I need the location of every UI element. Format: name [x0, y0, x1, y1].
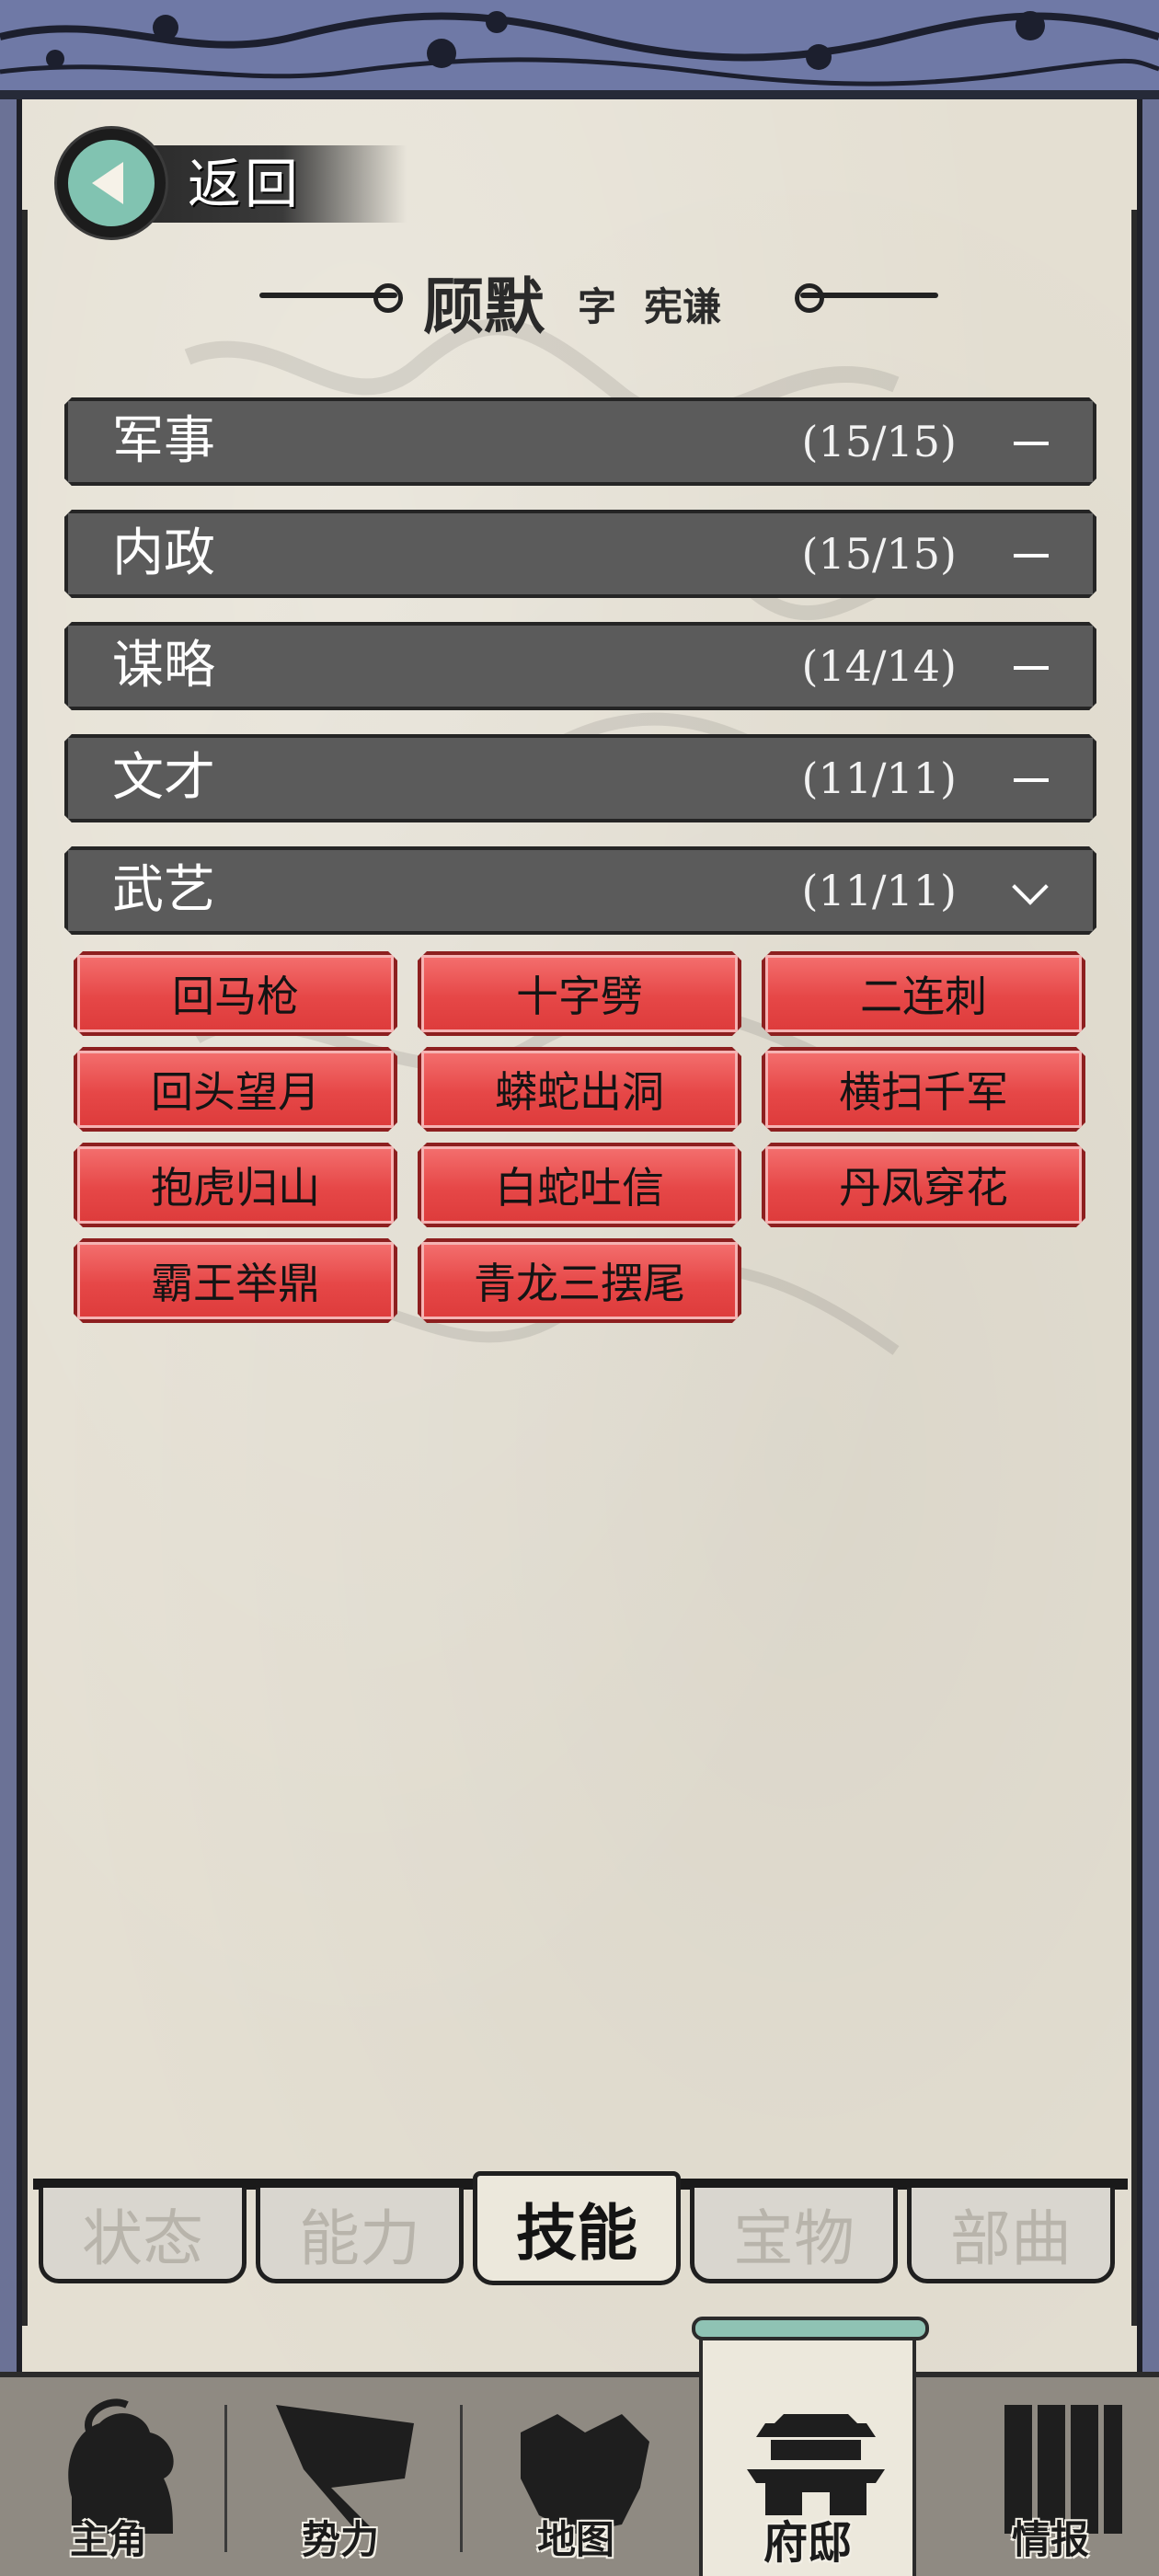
nav-label: 地图 — [536, 2517, 614, 2562]
paper-edge-left — [22, 210, 28, 2326]
nav-label: 府邸 — [763, 2517, 852, 2569]
skill-button[interactable]: 白蛇吐信 — [418, 1143, 741, 1227]
collapse-icon — [1004, 513, 1060, 594]
character-name: 顾默 — [423, 270, 545, 342]
tab-skills[interactable]: 技能 — [473, 2171, 681, 2285]
skill-button[interactable]: 丹凤穿花 — [762, 1143, 1085, 1227]
skill-button[interactable]: 十字劈 — [418, 951, 741, 1036]
back-label: 返回 — [188, 153, 303, 215]
frame-right — [1137, 99, 1159, 2372]
floral-pattern — [0, 11, 1159, 86]
detail-tabs: 状态 能力 技能 宝物 部曲 — [33, 2171, 1128, 2291]
nav-protagonist[interactable]: 主角 — [0, 2377, 217, 2576]
back-arrow-icon — [57, 129, 166, 237]
skill-button[interactable]: 回马枪 — [74, 951, 397, 1036]
category-count: (15/15) — [801, 417, 957, 466]
zi-label: 字 — [578, 284, 617, 329]
skill-button[interactable]: 霸王举鼎 — [74, 1238, 397, 1323]
nav-mansion[interactable]: 府邸 — [692, 2317, 929, 2576]
paper-edge-right — [1131, 210, 1137, 2326]
back-button[interactable]: 返回 — [57, 129, 407, 239]
character-title: 顾默 字 宪谦 — [0, 248, 1159, 342]
title-ornament-left-icon — [259, 283, 403, 313]
nav-map[interactable]: 地图 — [467, 2377, 684, 2576]
nav-divider — [224, 2405, 227, 2552]
nav-label: 势力 — [301, 2517, 379, 2562]
skill-button[interactable]: 横扫千军 — [762, 1047, 1085, 1132]
bottom-nav: 主角 势力 地图 府邸 情报 — [0, 2317, 1159, 2576]
category-count: (11/11) — [801, 753, 957, 803]
skill-button[interactable]: 蟒蛇出洞 — [418, 1047, 741, 1132]
tab-retinue[interactable]: 部曲 — [907, 2188, 1115, 2283]
tab-status[interactable]: 状态 — [39, 2188, 247, 2283]
nav-faction[interactable]: 势力 — [232, 2377, 449, 2576]
category-name: 武艺 — [112, 860, 215, 920]
active-scroll-roll — [692, 2317, 929, 2340]
chevron-down-icon — [1004, 850, 1060, 931]
nav-label: 情报 — [1011, 2517, 1089, 2562]
mansion-icon — [747, 2414, 885, 2515]
category-count: (11/11) — [801, 866, 957, 915]
top-decorative-border — [0, 0, 1159, 99]
collapse-icon — [1004, 738, 1060, 819]
collapse-icon — [1004, 626, 1060, 707]
nav-intel[interactable]: 情报 — [942, 2377, 1159, 2576]
category-martial[interactable]: 武艺 (11/11) — [64, 846, 1096, 935]
skill-button[interactable]: 青龙三摆尾 — [418, 1238, 741, 1323]
category-strategy[interactable]: 谋略 (14/14) — [64, 622, 1096, 710]
category-name: 军事 — [112, 411, 215, 471]
category-administration[interactable]: 内政 (15/15) — [64, 510, 1096, 598]
category-military[interactable]: 军事 (15/15) — [64, 397, 1096, 486]
title-ornament-right-icon — [795, 283, 938, 313]
category-count: (14/14) — [801, 641, 957, 691]
collapse-icon — [1004, 401, 1060, 482]
category-count: (15/15) — [801, 529, 957, 579]
nav-label: 主角 — [69, 2517, 147, 2562]
frame-left — [0, 99, 22, 2372]
skill-button[interactable]: 二连刺 — [762, 951, 1085, 1036]
skill-button[interactable]: 回头望月 — [74, 1047, 397, 1132]
category-name: 谋略 — [112, 636, 215, 696]
category-literary[interactable]: 文才 (11/11) — [64, 734, 1096, 822]
courtesy-name: 宪谦 — [644, 284, 722, 329]
category-name: 文才 — [112, 748, 215, 808]
tab-treasure[interactable]: 宝物 — [690, 2188, 898, 2283]
tab-ability[interactable]: 能力 — [256, 2188, 464, 2283]
nav-divider — [460, 2405, 463, 2552]
category-name: 内政 — [112, 523, 215, 583]
skill-button[interactable]: 抱虎归山 — [74, 1143, 397, 1227]
